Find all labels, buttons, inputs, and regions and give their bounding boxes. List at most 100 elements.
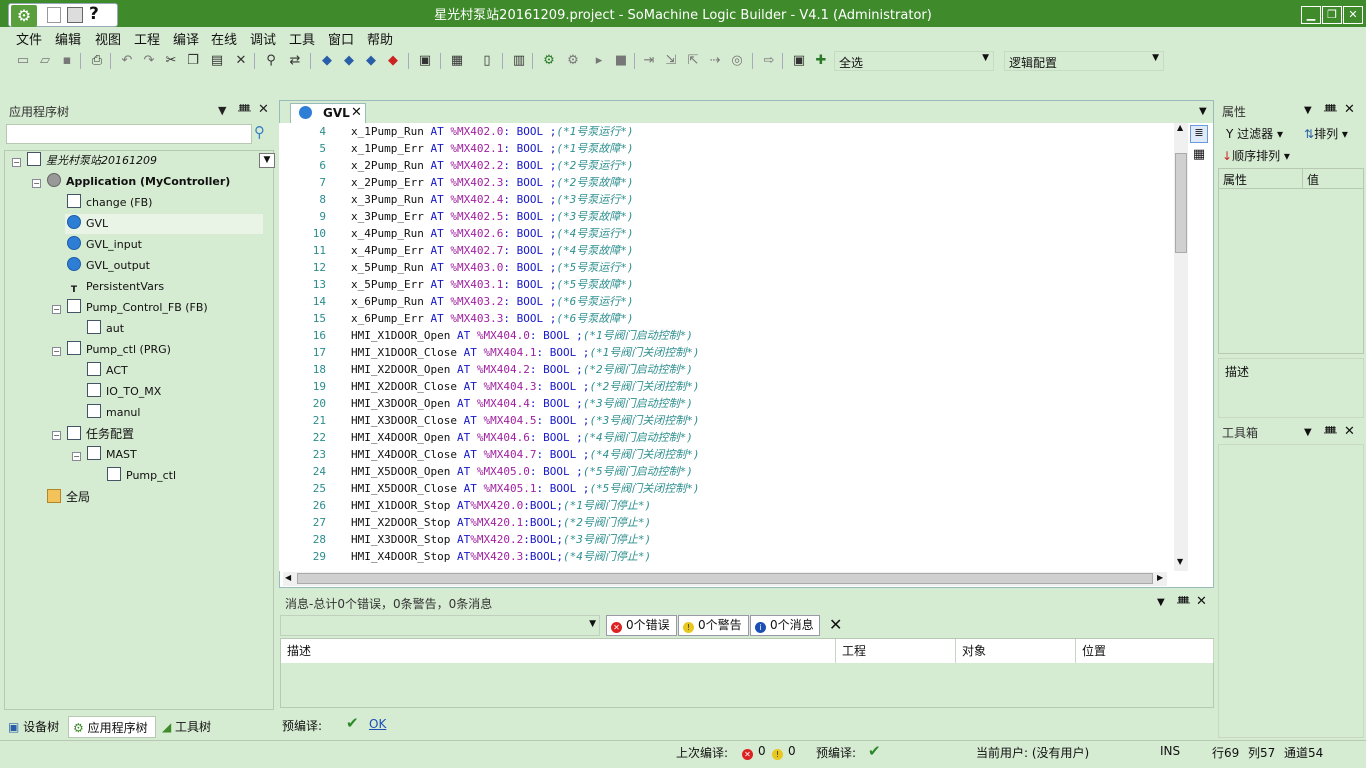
logout-icon[interactable]: ⚙ — [564, 52, 582, 70]
errors-filter-button[interactable]: ✕ 0个错误 — [606, 615, 677, 636]
properties-icon[interactable]: ▯ — [478, 52, 496, 70]
pin-icon[interactable]: ᚙ — [238, 104, 251, 117]
text-view-icon[interactable]: ≣ — [1190, 125, 1208, 143]
close-icon[interactable]: ✕ — [1344, 102, 1355, 117]
code-line[interactable]: 17 HMI_X1DOOR_Close AT %MX404.1: BOOL ;(*… — [279, 344, 1174, 361]
add-config-icon[interactable]: ✚ — [812, 52, 830, 70]
search-icon[interactable]: ⚲ — [254, 123, 274, 143]
scroll-left-icon[interactable]: ◀ — [285, 573, 291, 582]
cut-icon[interactable]: ✂ — [162, 52, 180, 70]
code-line[interactable]: 26 HMI_X1DOOR_Stop AT%MX420.0:BOOL;(*1号阀门… — [279, 497, 1174, 514]
code-line[interactable]: 16 HMI_X1DOOR_Open AT %MX404.0: BOOL ;(*1… — [279, 327, 1174, 344]
run-icon[interactable]: ▸ — [590, 52, 608, 70]
menu-tools[interactable]: 工具 — [289, 29, 315, 48]
code-line[interactable]: 14 x_6Pump_Run AT %MX403.2: BOOL ;(*6号泵运行… — [279, 293, 1174, 310]
tree-node-application[interactable]: Application (MyController) — [47, 172, 230, 192]
search-input[interactable] — [6, 124, 252, 144]
tree-node-gvl-input[interactable]: GVL_input — [67, 235, 142, 255]
close-icon[interactable]: ✕ — [1196, 594, 1207, 609]
step-in-icon[interactable]: ⇲ — [662, 52, 680, 70]
code-line[interactable]: 13 x_5Pump_Err AT %MX403.1: BOOL ;(*5号泵故障… — [279, 276, 1174, 293]
dropdown-icon[interactable]: ▼ — [1304, 427, 1312, 438]
tree-node-task-config[interactable]: 任务配置 — [67, 424, 134, 444]
collapse-icon[interactable]: − — [32, 179, 41, 188]
close-icon[interactable]: ✕ — [258, 102, 269, 117]
find-icon[interactable]: ⚲ — [262, 52, 280, 70]
open-icon[interactable]: ▱ — [36, 52, 54, 70]
code-line[interactable]: 10 x_4Pump_Run AT %MX402.6: BOOL ;(*4号泵运行… — [279, 225, 1174, 242]
column-position[interactable]: 位置 — [1076, 639, 1214, 663]
tree-node-global[interactable]: 全局 — [47, 487, 90, 507]
delete-icon[interactable]: ✕ — [232, 52, 250, 70]
tab-list-dropdown-icon[interactable]: ▼ — [1199, 106, 1207, 117]
new-icon[interactable] — [47, 7, 61, 23]
code-line[interactable]: 22 HMI_X4DOOR_Open AT %MX404.6: BOOL ;(*4… — [279, 429, 1174, 446]
save-icon[interactable]: ▪ — [58, 52, 76, 70]
bookmark-next-icon[interactable]: ◆ — [340, 52, 358, 70]
redo-icon[interactable]: ↷ — [140, 52, 158, 70]
close-button[interactable]: ✕ — [1343, 6, 1363, 24]
login-icon[interactable]: ⚙ — [540, 52, 558, 70]
undo-icon[interactable]: ↶ — [118, 52, 136, 70]
code-line[interactable]: 25 HMI_X5DOOR_Close AT %MX405.1: BOOL ;(*… — [279, 480, 1174, 497]
add-object-icon[interactable]: ▦ — [448, 52, 466, 70]
scroll-right-icon[interactable]: ▶ — [1157, 573, 1163, 582]
scroll-up-icon[interactable]: ▲ — [1177, 123, 1183, 132]
dropdown-icon[interactable]: ▼ — [1304, 105, 1312, 116]
code-line[interactable]: 6 x_2Pump_Run AT %MX402.2: BOOL ;(*2号泵运行*… — [279, 157, 1174, 174]
code-line[interactable]: 11 x_4Pump_Err AT %MX402.7: BOOL ;(*4号泵故障… — [279, 242, 1174, 259]
tree-node-project[interactable]: 星光村泵站20161209 — [27, 151, 157, 171]
monitor-icon[interactable]: ▣ — [790, 52, 808, 70]
tab-application-tree[interactable]: ⚙ 应用程序树 — [68, 716, 156, 738]
collapse-icon[interactable]: − — [52, 347, 61, 356]
tree-node-io-to-mx[interactable]: IO_TO_MX — [87, 382, 161, 402]
menu-help[interactable]: 帮助 — [367, 29, 393, 48]
breakpoint-icon[interactable]: ◎ — [728, 52, 746, 70]
code-line[interactable]: 19 HMI_X2DOOR_Close AT %MX404.3: BOOL ;(*… — [279, 378, 1174, 395]
code-line[interactable]: 5 x_1Pump_Err AT %MX402.1: BOOL ;(*1号泵故障*… — [279, 140, 1174, 157]
dropdown-icon[interactable]: ▼ — [218, 104, 226, 117]
menu-project[interactable]: 工程 — [134, 29, 160, 48]
table-view-icon[interactable]: ▦ — [1190, 147, 1208, 165]
select-combo[interactable]: 全选 ▼ — [834, 51, 994, 71]
code-line[interactable]: 28 HMI_X3DOOR_Stop AT%MX420.2:BOOL;(*3号阀门… — [279, 531, 1174, 548]
code-line[interactable]: 23 HMI_X4DOOR_Close AT %MX404.7: BOOL ;(*… — [279, 446, 1174, 463]
collapse-icon[interactable]: − — [12, 158, 21, 167]
print-icon[interactable]: ⎙ — [88, 52, 106, 70]
tree-node-gvl[interactable]: GVL — [65, 214, 263, 234]
column-description[interactable]: 描述 — [281, 639, 836, 663]
paste-icon[interactable]: ▤ — [208, 52, 226, 70]
menu-edit[interactable]: 编辑 — [55, 29, 81, 48]
code-area[interactable]: 4 x_1Pump_Run AT %MX402.0: BOOL ;(*1号泵运行*… — [279, 123, 1174, 571]
column-value[interactable]: 值 — [1303, 169, 1363, 189]
code-line[interactable]: 12 x_5Pump_Run AT %MX403.0: BOOL ;(*5号泵运行… — [279, 259, 1174, 276]
run-to-cursor-icon[interactable]: ⇢ — [706, 52, 724, 70]
vertical-scrollbar[interactable]: ▲ ▼ — [1174, 123, 1188, 571]
window-icon[interactable]: ▣ — [416, 52, 434, 70]
warnings-filter-button[interactable]: ! 0个警告 — [678, 615, 749, 636]
tab-close-icon[interactable]: ✕ — [351, 104, 362, 122]
code-line[interactable]: 8 x_3Pump_Run AT %MX402.4: BOOL ;(*3号泵运行*… — [279, 191, 1174, 208]
scroll-thumb[interactable] — [1175, 153, 1187, 253]
tree-node-persistentvars[interactable]: T PersistentVars — [67, 277, 164, 297]
pin-icon[interactable]: ᚙ — [1324, 426, 1337, 439]
sort-button[interactable]: ⇅排列 ▾ — [1304, 125, 1348, 142]
column-property[interactable]: 属性 — [1219, 169, 1303, 189]
close-icon[interactable]: ✕ — [1344, 424, 1355, 439]
code-line[interactable]: 27 HMI_X2DOOR_Stop AT%MX420.1:BOOL;(*2号阀门… — [279, 514, 1174, 531]
horizontal-scrollbar[interactable]: ◀ ▶ — [283, 572, 1167, 586]
tree-node-pump-control-fb[interactable]: Pump_Control_FB (FB) — [67, 298, 208, 318]
code-line[interactable]: 20 HMI_X3DOOR_Open AT %MX404.4: BOOL ;(*3… — [279, 395, 1174, 412]
collapse-icon[interactable]: − — [52, 305, 61, 314]
save-icon[interactable] — [67, 7, 83, 23]
code-line[interactable]: 21 HMI_X3DOOR_Close AT %MX404.5: BOOL ;(*… — [279, 412, 1174, 429]
code-line[interactable]: 18 HMI_X2DOOR_Open AT %MX404.2: BOOL ;(*2… — [279, 361, 1174, 378]
scroll-down-icon[interactable]: ▼ — [1177, 557, 1183, 566]
precompile-ok-link[interactable]: OK — [369, 717, 386, 731]
code-line[interactable]: 9 x_3Pump_Err AT %MX402.5: BOOL ;(*3号泵故障*… — [279, 208, 1174, 225]
code-line[interactable]: 15 x_6Pump_Err AT %MX403.3: BOOL ;(*6号泵故障… — [279, 310, 1174, 327]
config-combo[interactable]: 逻辑配置 ▼ — [1004, 51, 1164, 71]
step-out-icon[interactable]: ⇱ — [684, 52, 702, 70]
tree-node-act[interactable]: ACT — [87, 361, 128, 381]
bookmark-clear-icon[interactable]: ◆ — [384, 52, 402, 70]
